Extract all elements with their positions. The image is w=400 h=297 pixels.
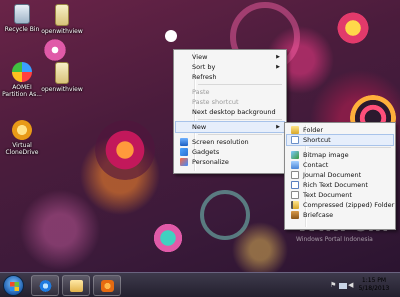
folder-icon xyxy=(55,62,69,84)
windows-logo-icon xyxy=(10,282,19,291)
menu-item-label: Screen resolution xyxy=(192,138,249,146)
flag-icon[interactable]: ⚑ xyxy=(330,282,338,289)
text-document-icon xyxy=(291,191,299,199)
new-item-folder[interactable]: Folder xyxy=(287,125,393,135)
shortcut-icon xyxy=(291,136,299,144)
taskbar-clock[interactable]: 1:15 PM 5/18/2013 xyxy=(354,277,394,293)
new-item-journal[interactable]: Journal Document xyxy=(287,170,393,180)
new-item-briefcase[interactable]: Briefcase xyxy=(287,210,393,220)
desktop-icon-virtual-clonedrive[interactable]: Virtual CloneDrive xyxy=(0,120,44,156)
menu-item-label: New xyxy=(192,123,207,131)
internet-explorer-icon xyxy=(39,280,52,292)
wallpaper-swirl xyxy=(150,220,186,256)
menu-item-label: Briefcase xyxy=(303,211,334,219)
menu-item-paste-shortcut: Paste shortcut xyxy=(176,97,284,107)
new-item-shortcut[interactable]: Shortcut xyxy=(286,134,394,146)
new-item-bitmap[interactable]: Bitmap image xyxy=(287,150,393,160)
menu-item-new[interactable]: New ▶ xyxy=(175,121,285,133)
menu-item-label: Rich Text Document xyxy=(303,181,368,189)
watermark-tagline: Windows Portal Indonesia xyxy=(296,236,373,243)
menu-item-view[interactable]: View ▶ xyxy=(176,52,284,62)
menu-item-label: Journal Document xyxy=(303,171,362,179)
menu-item-label: Contact xyxy=(303,161,329,169)
menu-item-label: View xyxy=(192,53,208,61)
menu-item-label: Paste shortcut xyxy=(192,98,239,106)
journal-icon xyxy=(291,171,299,179)
new-item-text-document[interactable]: Text Document xyxy=(287,190,393,200)
new-item-rich-text[interactable]: Rich Text Document xyxy=(287,180,393,190)
submenu-arrow-icon: ▶ xyxy=(276,124,280,130)
start-button[interactable] xyxy=(3,275,24,296)
new-item-compressed-folder[interactable]: Compressed (zipped) Folder xyxy=(287,200,395,210)
windows-explorer-icon xyxy=(70,280,83,292)
clock-time: 1:15 PM xyxy=(361,277,387,284)
menu-item-label: Bitmap image xyxy=(303,151,349,159)
bitmap-icon xyxy=(291,151,299,159)
menu-item-refresh[interactable]: Refresh xyxy=(176,72,284,82)
folder-icon xyxy=(291,126,299,134)
taskbar-windows-explorer[interactable] xyxy=(62,275,90,296)
menu-item-paste: Paste xyxy=(176,87,284,97)
menu-item-label: Personalize xyxy=(192,158,229,166)
desktop-icon-label: openwithview xyxy=(41,28,83,35)
contact-icon xyxy=(291,161,299,169)
menu-item-label: Text Document xyxy=(303,191,352,199)
briefcase-icon xyxy=(291,211,299,219)
media-player-icon xyxy=(101,280,114,292)
desktop-icon-label: openwithview xyxy=(41,86,83,93)
wallpaper-swirl xyxy=(335,10,371,46)
wallpaper-swirl xyxy=(200,190,250,240)
clock-date: 5/18/2013 xyxy=(358,285,390,292)
menu-item-next-desktop-background[interactable]: Next desktop background xyxy=(176,107,284,117)
menu-item-label: Sort by xyxy=(192,63,216,71)
aomei-icon xyxy=(12,62,32,82)
taskbar: ⚑ ◀ 1:15 PM 5/18/2013 xyxy=(0,272,400,297)
menu-item-gadgets[interactable]: Gadgets xyxy=(176,147,284,157)
submenu-arrow-icon: ▶ xyxy=(276,54,280,60)
network-icon[interactable] xyxy=(339,283,347,289)
desktop-icon-aomei[interactable]: AOMEI Partition As... xyxy=(0,62,44,98)
zip-folder-icon xyxy=(291,201,299,209)
clonedrive-icon xyxy=(12,120,32,140)
menu-item-label: Folder xyxy=(303,126,324,134)
personalize-icon xyxy=(180,158,188,166)
recycle-bin-icon xyxy=(14,4,30,24)
wallpaper-swirl xyxy=(40,35,70,65)
wallpaper-swirl xyxy=(165,30,177,42)
menu-item-personalize[interactable]: Personalize xyxy=(176,157,284,167)
folder-icon xyxy=(55,4,69,26)
desktop-icon-openwithview[interactable]: openwithview xyxy=(40,4,84,35)
desktop-icon-label: Virtual CloneDrive xyxy=(5,142,39,156)
rtf-icon xyxy=(291,181,299,189)
desktop-icon-recycle-bin[interactable]: Recycle Bin xyxy=(0,4,44,33)
wallpaper-swirl xyxy=(95,120,155,180)
taskbar-internet-explorer[interactable] xyxy=(31,275,59,296)
submenu-arrow-icon: ▶ xyxy=(276,64,280,70)
menu-item-label: Compressed (zipped) Folder xyxy=(303,201,395,209)
menu-item-sort-by[interactable]: Sort by ▶ xyxy=(176,62,284,72)
menu-item-label: Refresh xyxy=(192,73,217,81)
gadgets-icon xyxy=(180,148,188,156)
menu-item-label: Next desktop background xyxy=(192,108,276,116)
desktop-icon-openwithview-2[interactable]: openwithview xyxy=(40,62,84,93)
menu-item-label: Gadgets xyxy=(192,148,220,156)
menu-item-screen-resolution[interactable]: Screen resolution xyxy=(176,137,284,147)
menu-item-label: Shortcut xyxy=(303,136,331,144)
new-submenu: Folder Shortcut Bitmap image Contact Jou… xyxy=(284,122,396,230)
new-item-contact[interactable]: Contact xyxy=(287,160,393,170)
screen-resolution-icon xyxy=(180,138,188,146)
desktop-context-menu: View ▶ Sort by ▶ Refresh Paste Paste short… xyxy=(173,49,287,174)
desktop-icon-label: Recycle Bin xyxy=(4,26,40,33)
desktop-icon-label: AOMEI Partition As... xyxy=(2,84,42,98)
taskbar-media-player[interactable] xyxy=(93,275,121,296)
menu-item-label: Paste xyxy=(192,88,210,96)
